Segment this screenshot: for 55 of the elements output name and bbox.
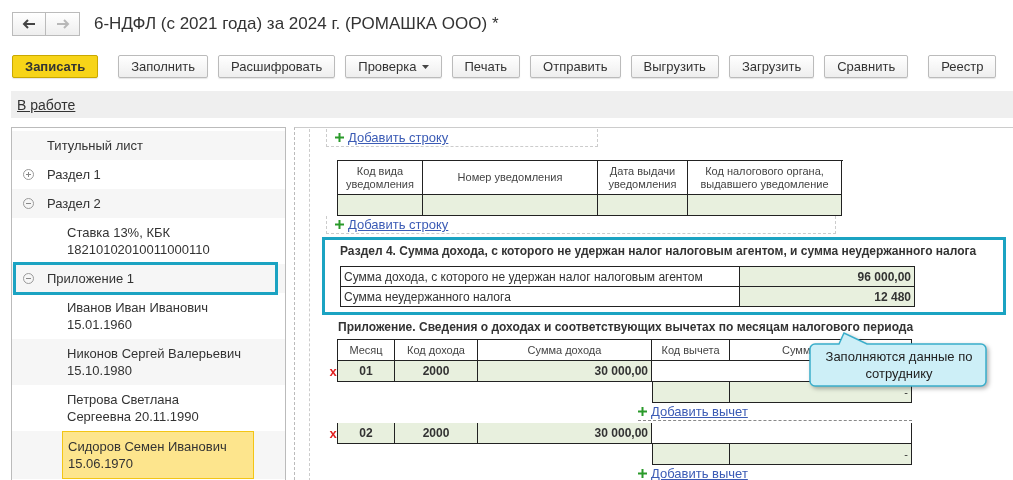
table-cell[interactable]: 01: [337, 361, 395, 382]
back-button[interactable]: [12, 12, 46, 36]
window-title: 6-НДФЛ (с 2021 года) за 2024 г. (РОМАШКА ООО) *: [94, 14, 499, 34]
section-title: Раздел 4. Сумма дохода, с которого не удержан налог налоговым агентом, и сумма неудержанного налога: [340, 244, 978, 258]
tree-item[interactable]: Раздел 1: [42, 160, 285, 189]
column-header: Код вычета: [652, 339, 730, 361]
status-link[interactable]: В работе: [17, 96, 76, 113]
value-field[interactable]: 96 000,00: [740, 267, 915, 287]
toolbar-button[interactable]: Записать: [12, 55, 99, 78]
plus-icon: [638, 407, 647, 416]
column-header: Сумма дохода: [478, 339, 652, 361]
caret-icon: [421, 64, 429, 69]
plus-icon: [335, 220, 344, 229]
tree-item[interactable]: Ставка 13%, КБК 18210102010011000110: [62, 218, 252, 264]
toolbar-button[interactable]: Печать: [451, 55, 521, 78]
add-link[interactable]: Добавить вычет: [651, 404, 748, 419]
plus-icon: [335, 133, 344, 142]
expand-icon[interactable]: [23, 169, 34, 180]
table-cell[interactable]: 02: [337, 423, 395, 444]
delete-mark[interactable]: x: [329, 423, 337, 444]
collapse-icon[interactable]: [23, 273, 34, 284]
section-title: Приложение. Сведения о доходах и соответствующих вычетах по месяцам налогового периода: [338, 320, 915, 334]
row-label: Сумма неудержанного налога: [341, 287, 740, 307]
row-label: Сумма дохода, с которого не удержан налог налоговым агентом: [341, 267, 740, 287]
table-cell[interactable]: 30 000,00: [478, 423, 652, 444]
add-link[interactable]: Добавить строку: [348, 217, 449, 232]
arrow-icon: [54, 17, 71, 31]
input-field[interactable]: [688, 195, 842, 216]
value-field[interactable]: -: [730, 444, 912, 465]
delete-mark[interactable]: x: [329, 361, 337, 382]
toolbar-button[interactable]: Сравнить: [824, 55, 909, 78]
input-field[interactable]: [652, 382, 730, 403]
add-link[interactable]: Добавить вычет: [651, 466, 748, 480]
table-cell[interactable]: 2000: [395, 423, 478, 444]
toolbar-button[interactable]: Заполнить: [118, 55, 209, 78]
toolbar-button[interactable]: Загрузить: [728, 55, 815, 78]
toolbar-button[interactable]: Реестр: [928, 55, 997, 78]
arrow-icon: [21, 17, 37, 31]
toolbar-button[interactable]: Отправить: [530, 55, 621, 78]
input-field[interactable]: [423, 195, 598, 216]
input-field[interactable]: [338, 195, 423, 216]
input-field[interactable]: [652, 444, 730, 465]
table-cell[interactable]: 2000: [395, 361, 478, 382]
plus-icon: [638, 469, 647, 478]
column-header: Месяц: [337, 339, 395, 361]
tree-item[interactable]: Иванов Иван Иванович 15.01.1960: [62, 293, 252, 339]
toolbar-button[interactable]: Выгрузить: [630, 55, 719, 78]
table-cell[interactable]: 30 000,00: [478, 361, 652, 382]
tree-item[interactable]: Петрова Светлана Сергеевна 20.11.1990: [62, 385, 252, 431]
toolbar-button[interactable]: Расшифровать: [218, 55, 336, 78]
input-field[interactable]: [598, 195, 688, 216]
collapse-icon[interactable]: [23, 198, 34, 209]
tree-item[interactable]: Сидоров Семен Иванович 15.06.1970: [62, 431, 254, 479]
toolbar-button[interactable]: Проверка: [345, 55, 442, 78]
value-field[interactable]: 12 480: [740, 287, 915, 307]
